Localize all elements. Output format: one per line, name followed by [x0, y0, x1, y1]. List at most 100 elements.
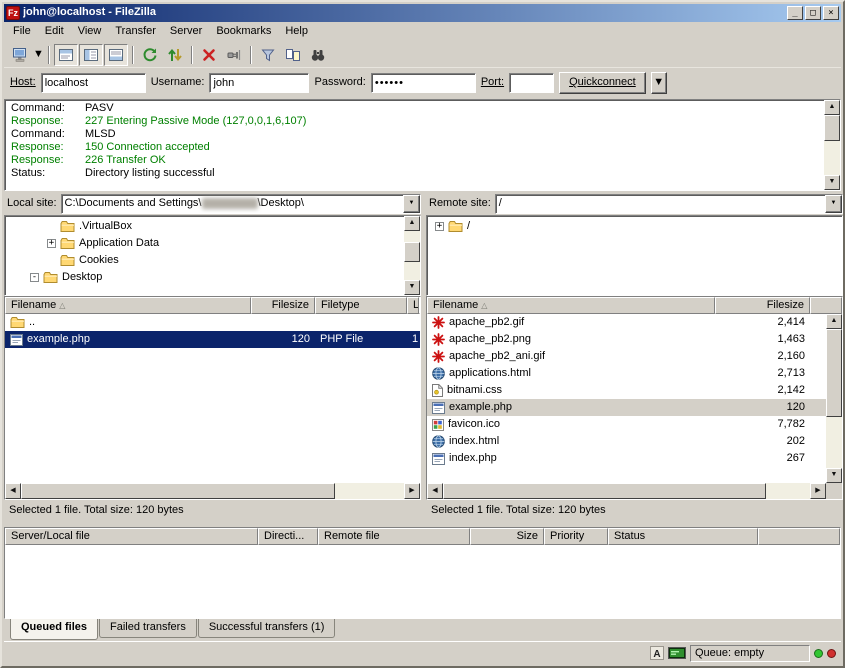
- column-header-filename[interactable]: Filename: [427, 297, 715, 314]
- scrollbar-track[interactable]: [826, 329, 842, 468]
- file-size-cell: 1,463: [715, 331, 810, 348]
- password-input[interactable]: [371, 73, 476, 93]
- remote-hscrollbar[interactable]: [427, 483, 826, 499]
- file-row[interactable]: apache_pb2_ani.gif2,160: [427, 348, 826, 365]
- file-row[interactable]: ..: [5, 314, 420, 331]
- scroll-down-button[interactable]: [824, 175, 840, 190]
- local-site-dropdown[interactable]: [403, 195, 420, 213]
- column-header-l[interactable]: L: [407, 297, 419, 314]
- collapse-icon[interactable]: -: [30, 273, 39, 282]
- host-input[interactable]: [41, 73, 146, 93]
- toggle-transfer-queue-button[interactable]: [104, 44, 128, 66]
- file-name-cell: apache_pb2_ani.gif: [427, 348, 715, 365]
- username-input[interactable]: [209, 73, 309, 93]
- port-input[interactable]: [509, 73, 554, 93]
- scrollbar-thumb[interactable]: [443, 483, 766, 499]
- scroll-right-button[interactable]: [404, 483, 420, 499]
- tab-failed-transfers[interactable]: Failed transfers: [99, 619, 197, 638]
- file-row[interactable]: example.php120: [427, 399, 826, 416]
- expand-icon[interactable]: +: [435, 222, 444, 231]
- tree-item[interactable]: +Application Data: [5, 235, 404, 252]
- scrollbar-track[interactable]: [404, 231, 420, 280]
- column-header-label: Status: [614, 530, 645, 543]
- scroll-left-button[interactable]: [427, 483, 443, 499]
- title-bar[interactable]: Fz john@localhost - FileZilla _ □ ×: [4, 4, 841, 22]
- local-tree-scrollbar[interactable]: [404, 216, 420, 295]
- column-header-filetype[interactable]: Filetype: [315, 297, 407, 314]
- scrollbar-thumb[interactable]: [21, 483, 335, 499]
- scroll-down-button[interactable]: [404, 280, 420, 295]
- menu-item-help[interactable]: Help: [278, 22, 315, 41]
- column-header-filesize[interactable]: Filesize: [251, 297, 315, 314]
- remote-status-text: Selected 1 file. Total size: 120 bytes: [426, 504, 843, 517]
- tab-queued-files[interactable]: Queued files: [10, 619, 98, 640]
- scroll-up-button[interactable]: [404, 216, 420, 231]
- scrollbar-thumb[interactable]: [824, 115, 840, 141]
- find-button[interactable]: [306, 44, 330, 66]
- tree-item[interactable]: +/: [427, 218, 842, 235]
- file-row[interactable]: apache_pb2.gif2,414: [427, 314, 826, 331]
- menu-item-file[interactable]: File: [6, 22, 38, 41]
- expand-icon[interactable]: +: [47, 239, 56, 248]
- scrollbar-thumb[interactable]: [404, 242, 420, 262]
- scroll-up-button[interactable]: [824, 100, 840, 115]
- close-button[interactable]: ×: [823, 6, 839, 20]
- column-header-filesize[interactable]: Filesize: [715, 297, 810, 314]
- maximize-button[interactable]: □: [805, 6, 821, 20]
- filter-button[interactable]: [256, 44, 280, 66]
- process-queue-button[interactable]: [163, 44, 187, 66]
- tree-item[interactable]: -Desktop: [5, 269, 404, 286]
- toggle-treeviews-button[interactable]: [79, 44, 103, 66]
- quickconnect-dropdown[interactable]: [651, 72, 667, 94]
- scroll-down-button[interactable]: [826, 468, 842, 483]
- menu-item-transfer[interactable]: Transfer: [108, 22, 163, 41]
- local-site-combo[interactable]: C:\Documents and Settings\\Desktop\: [61, 194, 421, 214]
- menu-item-edit[interactable]: Edit: [38, 22, 71, 41]
- file-row[interactable]: example.php120PHP File1: [5, 331, 420, 348]
- site-manager-dropdown[interactable]: [33, 44, 44, 66]
- file-row[interactable]: apache_pb2.png1,463: [427, 331, 826, 348]
- column-header-remote-file[interactable]: Remote file: [318, 528, 470, 545]
- menu-item-server[interactable]: Server: [163, 22, 209, 41]
- scroll-up-button[interactable]: [826, 314, 842, 329]
- toggle-message-log-button[interactable]: [54, 44, 78, 66]
- compare-button[interactable]: [281, 44, 305, 66]
- refresh-button[interactable]: [138, 44, 162, 66]
- remote-vscrollbar[interactable]: [826, 314, 842, 483]
- column-header-priority[interactable]: Priority: [544, 528, 608, 545]
- scrollbar-track[interactable]: [21, 483, 404, 499]
- remote-site-dropdown[interactable]: [825, 195, 842, 213]
- menu-item-bookmarks[interactable]: Bookmarks: [209, 22, 278, 41]
- file-row[interactable]: index.html202: [427, 433, 826, 450]
- tree-item[interactable]: Cookies: [5, 252, 404, 269]
- toolbar-separator: [132, 46, 134, 64]
- minimize-button[interactable]: _: [787, 6, 803, 20]
- cancel-button[interactable]: [197, 44, 221, 66]
- remote-site-combo[interactable]: /: [495, 194, 843, 214]
- menu-item-view[interactable]: View: [71, 22, 109, 41]
- scrollbar-track[interactable]: [443, 483, 810, 499]
- column-header-filename[interactable]: Filename: [5, 297, 251, 314]
- column-header-directi[interactable]: Directi...: [258, 528, 318, 545]
- scrollbar-track[interactable]: [824, 115, 840, 175]
- site-manager-button[interactable]: [8, 44, 32, 66]
- file-row[interactable]: favicon.ico7,782: [427, 416, 826, 433]
- folder-name: Cookies: [79, 254, 119, 267]
- local-hscrollbar[interactable]: [5, 483, 420, 499]
- site-manager-icon: [12, 47, 28, 63]
- column-header-size[interactable]: Size: [470, 528, 544, 545]
- tab-successful-transfers-1[interactable]: Successful transfers (1): [198, 619, 336, 638]
- file-row[interactable]: bitnami.css2,142: [427, 382, 826, 399]
- remote-list-header: FilenameFilesize: [427, 297, 842, 314]
- column-header-status[interactable]: Status: [608, 528, 758, 545]
- file-row[interactable]: applications.html2,713: [427, 365, 826, 382]
- log-scrollbar[interactable]: [824, 100, 840, 190]
- disconnect-button[interactable]: [222, 44, 246, 66]
- column-header-server-local-file[interactable]: Server/Local file: [5, 528, 258, 545]
- scrollbar-thumb[interactable]: [826, 329, 842, 417]
- file-row[interactable]: index.php267: [427, 450, 826, 467]
- tree-item[interactable]: .VirtualBox: [5, 218, 404, 235]
- scroll-right-button[interactable]: [810, 483, 826, 499]
- quickconnect-button[interactable]: Quickconnect: [559, 72, 646, 94]
- scroll-left-button[interactable]: [5, 483, 21, 499]
